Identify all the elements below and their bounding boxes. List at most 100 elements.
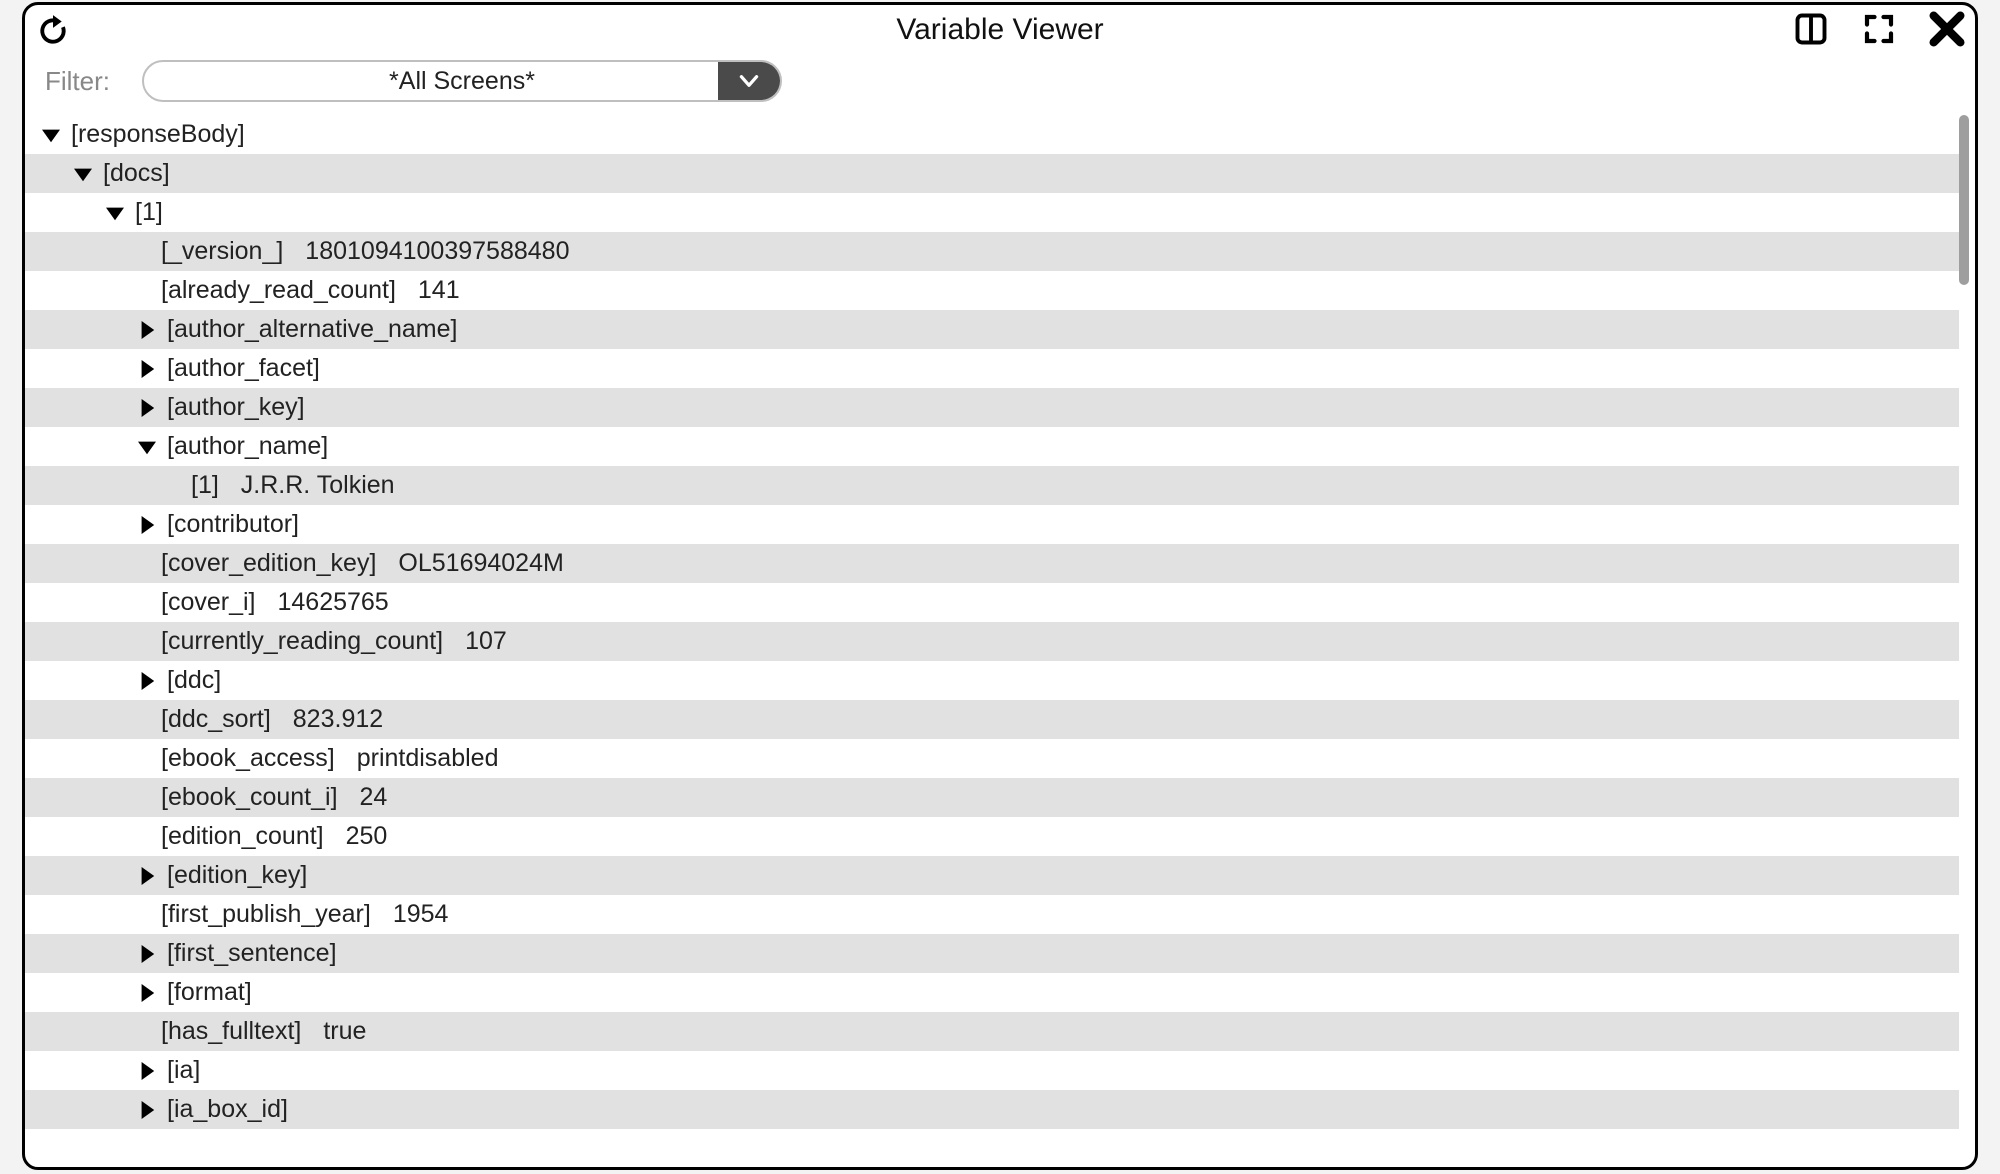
variable-tree: [responseBody] [docs] [1] [_version_]180109… <box>25 115 1959 1167</box>
tree-value: OL51694024M <box>398 549 563 578</box>
tree-key: [edition_key] <box>167 861 307 890</box>
tree-key: [ddc] <box>167 666 221 695</box>
tree-row[interactable]: [ia] <box>25 1051 1959 1090</box>
tree-row[interactable]: [responseBody] <box>25 115 1959 154</box>
window-header: Variable Viewer <box>25 5 1975 57</box>
triangle-right-icon <box>138 867 156 885</box>
tree-row[interactable]: [author_facet] <box>25 349 1959 388</box>
tree-row[interactable]: [author_alternative_name] <box>25 310 1959 349</box>
tree-key: [ia_box_id] <box>167 1095 288 1124</box>
close-button[interactable] <box>1925 7 1969 51</box>
triangle-right-icon <box>138 945 156 963</box>
tree-value: 141 <box>418 276 460 305</box>
tree-row[interactable]: [cover_edition_key] OL51694024M <box>25 544 1959 583</box>
tree-row[interactable]: [format] <box>25 973 1959 1012</box>
triangle-right-icon <box>138 1101 156 1119</box>
tree-value: 1801094100397588480 <box>305 237 569 266</box>
expand-toggle[interactable] <box>137 360 157 378</box>
tree-value: 823.912 <box>293 705 383 734</box>
tree-row[interactable]: [author_key] <box>25 388 1959 427</box>
triangle-right-icon <box>138 399 156 417</box>
header-actions <box>1789 7 1969 51</box>
collapse-toggle[interactable] <box>137 438 157 456</box>
tree-key: [currently_reading_count] <box>161 627 443 656</box>
tree-row[interactable]: [cover_i]14625765 <box>25 583 1959 622</box>
expand-toggle[interactable] <box>137 672 157 690</box>
tree-row[interactable]: [contributor] <box>25 505 1959 544</box>
tree-row[interactable]: [docs] <box>25 154 1959 193</box>
fullscreen-button[interactable] <box>1857 7 1901 51</box>
expand-toggle[interactable] <box>137 984 157 1002</box>
tree-key: [responseBody] <box>71 120 245 149</box>
triangle-right-icon <box>138 321 156 339</box>
collapse-toggle[interactable] <box>73 165 93 183</box>
triangle-right-icon <box>138 516 156 534</box>
columns-icon <box>1793 11 1829 47</box>
tree-key: [author_name] <box>167 432 328 461</box>
triangle-down-icon <box>74 165 92 183</box>
tree-key: [first_publish_year] <box>161 900 371 929</box>
tree-key: [has_fulltext] <box>161 1017 301 1046</box>
tree-key: [1] <box>135 198 163 227</box>
tree-row[interactable]: [_version_]1801094100397588480 <box>25 232 1959 271</box>
tree-row[interactable]: [already_read_count] 141 <box>25 271 1959 310</box>
tree-key: [author_facet] <box>167 354 320 383</box>
filter-value: *All Screens* <box>389 67 535 96</box>
tree-row[interactable]: [edition_key] <box>25 856 1959 895</box>
expand-toggle[interactable] <box>137 399 157 417</box>
tree-row[interactable]: [ddc] <box>25 661 1959 700</box>
tree-value: 24 <box>360 783 388 812</box>
expand-toggle[interactable] <box>137 516 157 534</box>
tree-value: 107 <box>465 627 507 656</box>
tree-row[interactable]: [ebook_access]printdisabled <box>25 739 1959 778</box>
tree-key: [format] <box>167 978 252 1007</box>
triangle-right-icon <box>138 984 156 1002</box>
expand-toggle[interactable] <box>137 1062 157 1080</box>
triangle-down-icon <box>42 126 60 144</box>
close-icon <box>1927 9 1967 49</box>
tree-row[interactable]: [ebook_count_i] 24 <box>25 778 1959 817</box>
tree-row[interactable]: [author_name] <box>25 427 1959 466</box>
filter-dropdown[interactable]: *All Screens* <box>142 60 782 102</box>
scrollbar-thumb[interactable] <box>1959 115 1969 285</box>
tree-key: [author_key] <box>167 393 305 422</box>
tree-row[interactable]: [1] J.R.R. Tolkien <box>25 466 1959 505</box>
tree-value: J.R.R. Tolkien <box>241 471 395 500</box>
tree-row[interactable]: [first_publish_year]1954 <box>25 895 1959 934</box>
expand-toggle[interactable] <box>137 945 157 963</box>
tree-key: [ebook_count_i] <box>161 783 338 812</box>
tree-key: [ia] <box>167 1056 200 1085</box>
variable-viewer-window: Variable Viewer Filter: <box>22 2 1978 1170</box>
tree-row[interactable]: [ia_box_id] <box>25 1090 1959 1129</box>
tree-key: [first_sentence] <box>167 939 337 968</box>
tree-row[interactable]: [has_fulltext] true <box>25 1012 1959 1051</box>
tree-row[interactable]: [currently_reading_count] 107 <box>25 622 1959 661</box>
collapse-toggle[interactable] <box>105 204 125 222</box>
tree-key: [contributor] <box>167 510 299 539</box>
tree-container: [responseBody] [docs] [1] [_version_]180109… <box>25 115 1975 1167</box>
tree-key: [cover_i] <box>161 588 255 617</box>
tree-value: 250 <box>346 822 388 851</box>
triangle-down-icon <box>106 204 124 222</box>
collapse-toggle[interactable] <box>41 126 61 144</box>
split-view-button[interactable] <box>1789 7 1833 51</box>
tree-key: [docs] <box>103 159 170 188</box>
tree-value: true <box>323 1017 366 1046</box>
tree-key: [already_read_count] <box>161 276 396 305</box>
expand-toggle[interactable] <box>137 321 157 339</box>
tree-key: [cover_edition_key] <box>161 549 376 578</box>
triangle-right-icon <box>138 672 156 690</box>
expand-icon <box>1861 11 1897 47</box>
tree-row[interactable]: [1] <box>25 193 1959 232</box>
tree-key: [1] <box>191 471 219 500</box>
filter-label: Filter: <box>45 66 110 97</box>
tree-row[interactable]: [edition_count] 250 <box>25 817 1959 856</box>
triangle-right-icon <box>138 1062 156 1080</box>
expand-toggle[interactable] <box>137 1101 157 1119</box>
filter-bar: Filter: *All Screens* <box>25 57 1975 105</box>
expand-toggle[interactable] <box>137 867 157 885</box>
filter-dropdown-toggle[interactable] <box>718 62 780 100</box>
tree-row[interactable]: [first_sentence] <box>25 934 1959 973</box>
tree-row[interactable]: [ddc_sort]823.912 <box>25 700 1959 739</box>
tree-key: [edition_count] <box>161 822 324 851</box>
